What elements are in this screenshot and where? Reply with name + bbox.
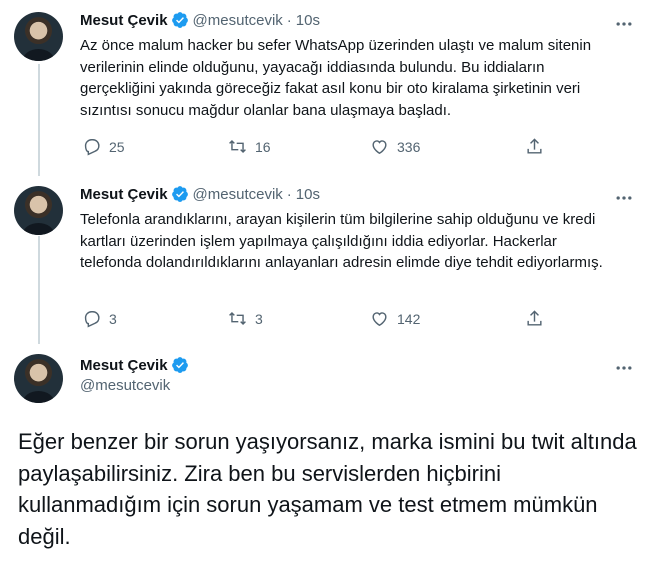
more-icon[interactable] [614,14,634,34]
tweet[interactable]: Mesut Çevik @mesutcevik · 10s Az önce ma… [0,0,650,176]
tweet-actions: 25 16 336 [80,137,550,157]
main-tweet-header: Mesut Çevik @mesutcevik [80,356,193,394]
retweet-icon [229,139,246,154]
retweet-count: 3 [255,310,263,327]
verified-icon [171,12,188,28]
display-name[interactable]: Mesut Çevik [80,12,168,29]
retweet-button[interactable]: 3 [228,309,263,328]
main-tweet-text: Eğer benzer bir sorun yaşıyorsanız, mark… [18,429,637,549]
verified-icon [171,357,188,373]
display-name[interactable]: Mesut Çevik [80,357,168,374]
share-icon [527,138,542,154]
tweet-text: Az önce malum hacker bu sefer WhatsApp ü… [80,37,592,119]
like-count: 336 [397,138,421,155]
share-icon [527,310,542,326]
more-icon[interactable] [614,188,634,208]
separator-dot: · [286,11,292,29]
more-icon[interactable] [614,358,634,378]
handle[interactable]: @mesutcevik [193,186,283,203]
tweet-actions: 3 3 142 [80,309,550,329]
timestamp[interactable]: 10s [296,12,320,29]
share-button[interactable] [525,137,552,156]
avatar[interactable] [14,354,63,403]
like-icon [372,312,387,327]
verified-icon [171,186,188,202]
like-icon [372,140,387,155]
like-button[interactable]: 142 [370,309,420,328]
retweet-icon [229,311,246,326]
like-count: 142 [397,310,421,327]
reply-icon [84,311,100,328]
retweet-count: 16 [255,138,271,155]
handle[interactable]: @mesutcevik [80,377,193,394]
retweet-button[interactable]: 16 [228,137,271,156]
share-button[interactable] [525,309,552,328]
handle[interactable]: @mesutcevik [193,12,283,29]
reply-count: 25 [109,138,125,155]
tweet[interactable]: Mesut Çevik @mesutcevik · 10s Telefonla … [0,176,650,344]
timestamp[interactable]: 10s [296,186,320,203]
tweet-header: Mesut Çevik @mesutcevik · 10s [80,185,320,203]
display-name[interactable]: Mesut Çevik [80,186,168,203]
separator-dot: · [286,185,292,203]
tweet-header: Mesut Çevik @mesutcevik · 10s [80,11,320,29]
reply-button[interactable]: 3 [82,309,117,328]
tweet-text: Telefonla arandıklarını, arayan kişileri… [80,211,603,271]
reply-count: 3 [109,310,117,327]
reply-button[interactable]: 25 [82,137,125,156]
avatar[interactable] [14,12,63,61]
like-button[interactable]: 336 [370,137,420,156]
avatar[interactable] [14,186,63,235]
reply-icon [84,139,100,156]
